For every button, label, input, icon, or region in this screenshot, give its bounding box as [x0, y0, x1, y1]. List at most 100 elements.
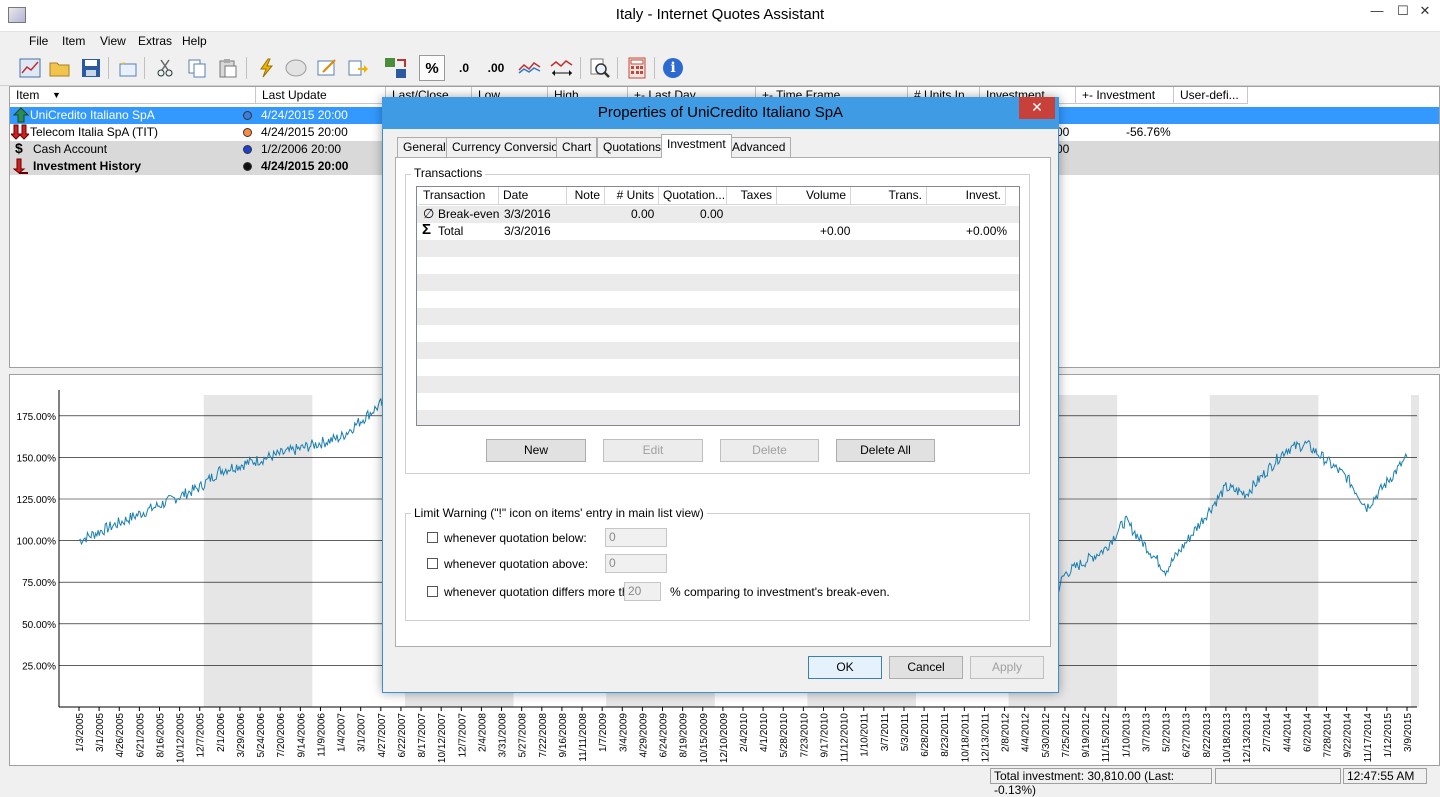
col-item[interactable]: Item ▼ — [10, 87, 256, 104]
decimal-increase-icon[interactable]: .0 — [451, 55, 477, 81]
table-row — [417, 342, 1019, 359]
x-tick-label: 1/3/2005 — [75, 713, 86, 752]
x-tick-label: 4/1/2010 — [759, 713, 770, 752]
tx-col-units[interactable]: # Units — [605, 187, 659, 205]
x-tick-label: 10/15/2009 — [699, 713, 710, 763]
tab-investment[interactable]: Investment — [661, 134, 732, 158]
export-icon[interactable] — [345, 55, 371, 81]
tx-col-date[interactable]: Date — [499, 187, 567, 205]
x-tick-label: 12/13/2011 — [980, 713, 991, 763]
below-checkbox[interactable] — [427, 532, 438, 543]
x-tick-label: 3/31/2008 — [498, 713, 509, 758]
delete-button[interactable]: Delete — [720, 439, 819, 462]
copy-icon[interactable] — [184, 55, 210, 81]
x-tick-label: 1/4/2007 — [337, 713, 348, 752]
x-tick-label: 7/23/2010 — [799, 713, 810, 758]
menu-item[interactable]: Item — [62, 34, 85, 48]
edit-icon[interactable] — [314, 55, 340, 81]
table-row[interactable]: ∅ Break-even 3/3/2016 0.00 0.00 — [417, 206, 1019, 223]
ok-button[interactable]: OK — [808, 656, 882, 679]
differs-input[interactable]: 20 — [624, 582, 661, 601]
x-tick-label: 8/22/2013 — [1202, 713, 1213, 758]
tab-quotations[interactable]: Quotations — [597, 137, 668, 157]
search-icon[interactable] — [587, 55, 613, 81]
above-checkbox[interactable] — [427, 558, 438, 569]
update-icon[interactable] — [253, 55, 279, 81]
status-dot — [243, 111, 252, 120]
stop-icon[interactable] — [283, 55, 309, 81]
edit-button[interactable]: Edit — [603, 439, 703, 462]
info-icon[interactable]: i — [660, 55, 686, 81]
x-tick-label: 9/14/2006 — [296, 713, 307, 758]
y-tick-label: 150.00% — [17, 453, 57, 464]
tab-chart[interactable]: Chart — [556, 137, 598, 157]
tx-col-volume[interactable]: Volume — [777, 187, 851, 205]
col-item-label: Item — [16, 88, 40, 102]
menu-view[interactable]: View — [100, 34, 126, 48]
differs-checkbox[interactable] — [427, 586, 438, 597]
tx-col-note[interactable]: Note — [567, 187, 605, 205]
tab-general[interactable]: General — [397, 137, 452, 157]
x-tick-label: 12/13/2013 — [1242, 713, 1253, 763]
x-tick-label: 6/24/2009 — [659, 713, 670, 758]
status-time: 12:47:55 AM — [1343, 768, 1427, 784]
cancel-button[interactable]: Cancel — [889, 656, 963, 679]
tx-col-taxes[interactable]: Taxes — [727, 187, 777, 205]
x-tick-label: 3/7/2011 — [880, 713, 891, 752]
above-input[interactable]: 0 — [605, 554, 667, 573]
break-even-icon: ∅ — [423, 206, 435, 221]
info-glyph: i — [663, 58, 683, 78]
percent-icon[interactable]: % — [419, 55, 445, 81]
tx-col-invest-result[interactable]: Invest. Result — [927, 187, 1006, 219]
menu-bar — [0, 32, 1440, 52]
new-item-icon[interactable] — [114, 55, 140, 81]
x-tick-label: 4/29/2009 — [638, 713, 649, 758]
save-icon[interactable] — [78, 55, 104, 81]
toolbar-separator — [580, 57, 581, 79]
paste-icon[interactable] — [215, 55, 241, 81]
tx-col-transaction[interactable]: Transaction — [419, 187, 499, 205]
x-tick-label: 12/7/2005 — [196, 713, 207, 758]
tx-col-quotation[interactable]: Quotation... — [659, 187, 727, 205]
lines-icon[interactable] — [517, 55, 543, 81]
x-tick-label: 7/28/2014 — [1323, 713, 1334, 758]
tab-currency-conversion[interactable]: Currency Conversion — [446, 137, 571, 157]
tx-col-trans-result[interactable]: Trans. Result — [851, 187, 927, 219]
x-tick-label: 12/7/2007 — [457, 713, 468, 758]
y-tick-label: 75.00% — [22, 578, 56, 589]
calculator-icon[interactable] — [624, 55, 650, 81]
col-pm-investment[interactable]: +- Investment — [1076, 87, 1174, 104]
decimal-decrease-icon[interactable]: .00 — [483, 55, 509, 81]
new-button[interactable]: New — [486, 439, 586, 462]
menu-extras[interactable]: Extras — [138, 34, 172, 48]
chart-icon[interactable] — [17, 55, 43, 81]
x-tick-label: 3/29/2006 — [236, 713, 247, 758]
x-tick-label: 10/12/2005 — [176, 713, 187, 763]
x-tick-label: 12/10/2009 — [719, 713, 730, 763]
dialog-close-button[interactable]: ✕ — [1019, 97, 1055, 119]
folder-open-icon[interactable] — [47, 55, 73, 81]
menu-help[interactable]: Help — [182, 34, 207, 48]
x-tick-label: 6/28/2011 — [920, 713, 931, 757]
status-dot — [243, 162, 252, 171]
table-row[interactable]: Σ Total 3/3/2016 +0.00 +0.00% — [417, 221, 1019, 240]
x-tick-label: 2/4/2008 — [477, 713, 488, 752]
menu-file[interactable]: File — [29, 34, 48, 48]
below-input[interactable]: 0 — [605, 528, 667, 547]
tx-invest-result: +0.00% — [966, 224, 1008, 238]
above-label: whenever quotation above: — [444, 557, 589, 571]
tab-advanced[interactable]: Advanced — [726, 137, 792, 157]
x-tick-label: 1/7/2009 — [598, 713, 609, 752]
x-tick-label: 8/17/2007 — [417, 713, 428, 758]
col-last-update[interactable]: Last Update — [256, 87, 386, 104]
delete-all-button[interactable]: Delete All — [836, 439, 935, 462]
cut-icon[interactable] — [152, 55, 178, 81]
item-name: Investment History — [33, 159, 142, 173]
compare-icon[interactable] — [383, 55, 409, 81]
close-button[interactable]: ✕ — [1410, 0, 1440, 24]
y-tick-label: 125.00% — [17, 495, 57, 506]
window-title: Italy - Internet Quotes Assistant — [615, 6, 825, 23]
col-user-defined[interactable]: User-defi... — [1174, 87, 1248, 104]
range-icon[interactable] — [549, 55, 575, 81]
apply-button[interactable]: Apply — [970, 656, 1044, 679]
